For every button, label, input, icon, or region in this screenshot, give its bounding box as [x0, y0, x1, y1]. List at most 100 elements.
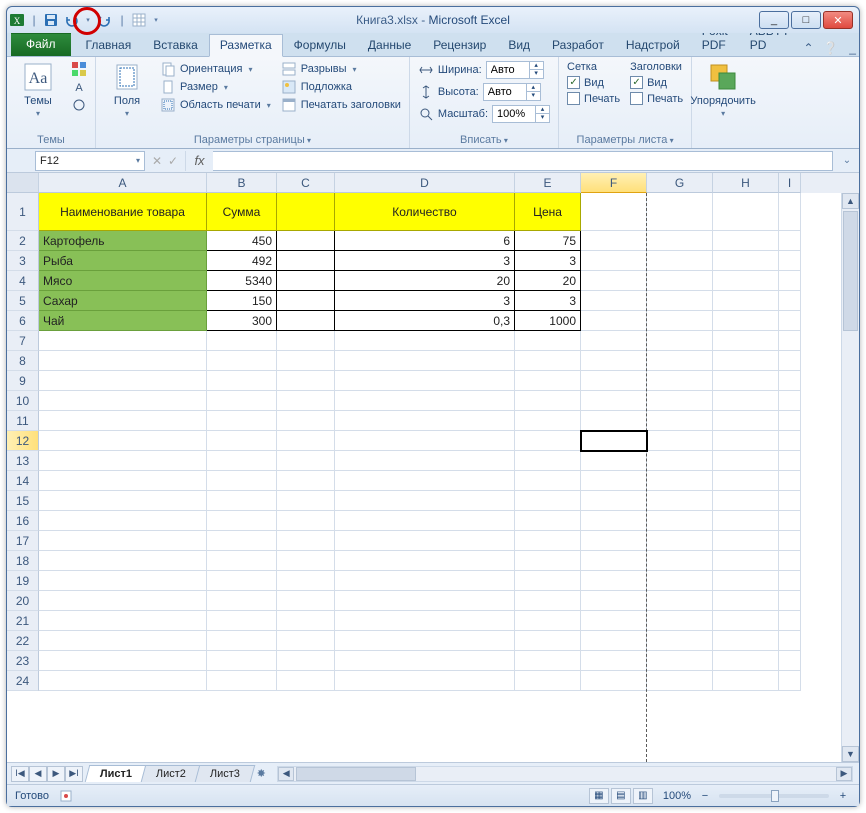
cell[interactable] — [713, 291, 779, 311]
cell[interactable]: Сумма — [207, 193, 277, 231]
row-header[interactable]: 19 — [7, 571, 39, 591]
cell[interactable] — [335, 511, 515, 531]
cell[interactable] — [647, 391, 713, 411]
cell[interactable] — [207, 451, 277, 471]
cell[interactable] — [647, 551, 713, 571]
col-header-h[interactable]: H — [713, 173, 779, 193]
cell[interactable] — [713, 451, 779, 471]
cell[interactable] — [779, 193, 801, 231]
cell[interactable] — [647, 651, 713, 671]
minimize-button[interactable]: _ — [759, 11, 789, 29]
cell[interactable] — [713, 611, 779, 631]
cell[interactable] — [277, 591, 335, 611]
cell[interactable]: Наименование товара — [39, 193, 207, 231]
cell[interactable] — [277, 351, 335, 371]
cell[interactable] — [647, 371, 713, 391]
scroll-up-icon[interactable]: ▲ — [842, 193, 859, 209]
col-header-c[interactable]: C — [277, 173, 335, 193]
workbook-minimize-icon[interactable]: _ — [845, 40, 861, 56]
cell[interactable] — [647, 351, 713, 371]
cell[interactable] — [779, 491, 801, 511]
cell[interactable] — [515, 411, 581, 431]
cell[interactable]: 450 — [207, 231, 277, 251]
cell[interactable]: Количество — [335, 193, 515, 231]
cell[interactable] — [277, 291, 335, 311]
cell[interactable]: 1000 — [515, 311, 581, 331]
print-area-button[interactable]: Область печати — [160, 97, 271, 113]
cell[interactable]: 300 — [207, 311, 277, 331]
cell[interactable] — [335, 371, 515, 391]
cell[interactable] — [713, 431, 779, 451]
cell[interactable] — [207, 411, 277, 431]
cell[interactable] — [647, 411, 713, 431]
cell[interactable] — [277, 551, 335, 571]
zoom-slider[interactable] — [719, 794, 829, 798]
cell[interactable] — [277, 671, 335, 691]
cell[interactable] — [39, 531, 207, 551]
cell[interactable] — [515, 651, 581, 671]
help-icon[interactable]: ❔ — [823, 40, 839, 56]
scroll-down-icon[interactable]: ▼ — [842, 746, 859, 762]
cell[interactable] — [515, 451, 581, 471]
cell[interactable] — [581, 251, 647, 271]
row-header[interactable]: 7 — [7, 331, 39, 351]
tab-file[interactable]: Файл — [11, 33, 71, 56]
cell[interactable] — [713, 551, 779, 571]
cell[interactable] — [515, 551, 581, 571]
cell[interactable]: 5340 — [207, 271, 277, 291]
horizontal-scrollbar[interactable]: ◀ ▶ — [277, 766, 853, 782]
col-header-f[interactable]: F — [581, 173, 647, 193]
sheet-tab-1[interactable]: Лист1 — [85, 765, 148, 782]
row-header[interactable]: 6 — [7, 311, 39, 331]
row-header[interactable]: 1 — [7, 193, 39, 231]
cell[interactable] — [581, 231, 647, 251]
cell[interactable] — [515, 471, 581, 491]
breaks-button[interactable]: Разрывы — [281, 61, 401, 77]
cell[interactable]: 20 — [515, 271, 581, 291]
cell[interactable] — [335, 331, 515, 351]
cell[interactable] — [779, 511, 801, 531]
row-header[interactable]: 11 — [7, 411, 39, 431]
cell[interactable] — [647, 451, 713, 471]
cell[interactable] — [39, 391, 207, 411]
headings-view-checkbox[interactable]: ✓Вид — [630, 76, 683, 89]
row-header[interactable]: 23 — [7, 651, 39, 671]
theme-colors-icon[interactable] — [71, 61, 87, 77]
cell[interactable] — [647, 531, 713, 551]
cell[interactable] — [277, 431, 335, 451]
formula-input[interactable] — [213, 151, 833, 171]
cell[interactable] — [39, 411, 207, 431]
zoom-out-icon[interactable]: − — [697, 790, 713, 802]
row-header[interactable]: 14 — [7, 471, 39, 491]
cell[interactable] — [581, 311, 647, 331]
gridlines-view-checkbox[interactable]: ✓Вид — [567, 76, 620, 89]
cell[interactable] — [713, 511, 779, 531]
cell[interactable] — [713, 631, 779, 651]
cell[interactable] — [581, 511, 647, 531]
cell[interactable] — [277, 271, 335, 291]
cell[interactable] — [515, 671, 581, 691]
cell[interactable] — [39, 631, 207, 651]
row-header[interactable]: 15 — [7, 491, 39, 511]
cell[interactable] — [779, 411, 801, 431]
row-header[interactable]: 22 — [7, 631, 39, 651]
cell[interactable]: Сахар — [39, 291, 207, 311]
cell[interactable] — [779, 271, 801, 291]
cell[interactable] — [335, 391, 515, 411]
cell[interactable] — [207, 591, 277, 611]
scroll-right-icon[interactable]: ▶ — [836, 767, 852, 781]
scroll-left-icon[interactable]: ◀ — [278, 767, 294, 781]
tab-data[interactable]: Данные — [357, 34, 422, 56]
row-header[interactable]: 21 — [7, 611, 39, 631]
cell[interactable] — [581, 451, 647, 471]
row-header[interactable]: 17 — [7, 531, 39, 551]
cell[interactable] — [779, 231, 801, 251]
tab-view[interactable]: Вид — [497, 34, 541, 56]
cell[interactable] — [581, 611, 647, 631]
cell[interactable] — [515, 371, 581, 391]
undo-dropdown-icon[interactable]: ▾ — [83, 12, 93, 28]
expand-formula-bar-icon[interactable]: ⌄ — [839, 155, 855, 166]
cell[interactable] — [581, 631, 647, 651]
cell[interactable] — [581, 351, 647, 371]
cell[interactable] — [335, 351, 515, 371]
